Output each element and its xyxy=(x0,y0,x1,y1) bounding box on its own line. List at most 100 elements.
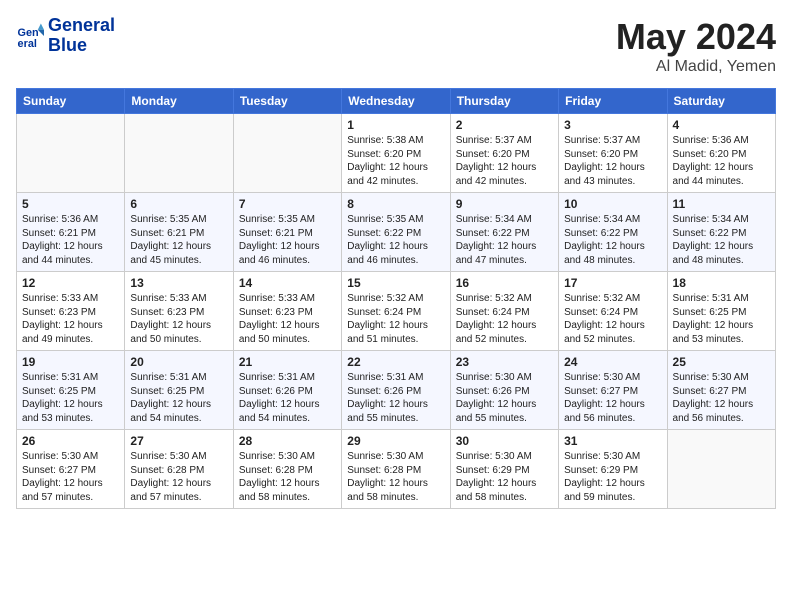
daylight-text: Daylight: 12 hours and 48 minutes. xyxy=(673,240,770,267)
cell-info: Sunrise: 5:30 AMSunset: 6:29 PMDaylight:… xyxy=(456,450,553,504)
sunrise-text: Sunrise: 5:36 AM xyxy=(673,134,770,148)
cell-info: Sunrise: 5:35 AMSunset: 6:22 PMDaylight:… xyxy=(347,213,444,267)
daylight-minutes: and 53 minutes. xyxy=(22,412,119,426)
day-number: 19 xyxy=(22,355,119,369)
daylight-minutes: and 45 minutes. xyxy=(130,254,227,268)
daylight-text: Daylight: 12 hours and 45 minutes. xyxy=(130,240,227,267)
table-row: 15 Sunrise: 5:32 AMSunset: 6:24 PMDayligh… xyxy=(342,272,450,351)
daylight-text: Daylight: 12 hours and 58 minutes. xyxy=(456,477,553,504)
sunset-text: Sunset: 6:27 PM xyxy=(673,385,770,399)
daylight-hours: Daylight: 12 hours xyxy=(130,319,227,333)
table-row: 11Sunrise: 5:34 AMSunset: 6:22 PMDayligh… xyxy=(667,193,775,272)
calendar-week-row: 5Sunrise: 5:36 AMSunset: 6:21 PMDaylight… xyxy=(17,193,776,272)
sunset-text: Sunset: 6:23 PM xyxy=(22,306,119,320)
table-row: 14Sunrise: 5:33 AMSunset: 6:23 PMDayligh… xyxy=(233,272,341,351)
logo: Gen eral General Blue xyxy=(16,16,115,56)
sunrise-text: Sunrise: 5:33 AM xyxy=(130,292,227,306)
cell-info: Sunrise: 5:34 AMSunset: 6:22 PMDaylight:… xyxy=(456,213,553,267)
sunrise-text: Sunrise: 5:32 AM xyxy=(347,292,444,306)
daylight-text: Daylight: 12 hours and 58 minutes. xyxy=(239,477,336,504)
day-number: 13 xyxy=(130,276,227,290)
header-tuesday: Tuesday xyxy=(233,89,341,114)
cell-info: Sunrise: 5:37 AMSunset: 6:20 PMDaylight:… xyxy=(564,134,661,188)
day-number: 3 xyxy=(564,118,661,132)
table-row: 22Sunrise: 5:31 AMSunset: 6:26 PMDayligh… xyxy=(342,351,450,430)
sunrise-text: Sunrise: 5:31 AM xyxy=(22,371,119,385)
daylight-minutes: and 44 minutes. xyxy=(673,175,770,189)
day-number: 15 xyxy=(347,276,444,290)
sunset-text: Sunset: 6:27 PM xyxy=(22,464,119,478)
sunset-text: Sunset: 6:28 PM xyxy=(130,464,227,478)
sunrise-text: Sunrise: 5:31 AM xyxy=(239,371,336,385)
table-row: 6Sunrise: 5:35 AMSunset: 6:21 PMDaylight… xyxy=(125,193,233,272)
sunrise-text: Sunrise: 5:34 AM xyxy=(564,213,661,227)
table-row xyxy=(125,114,233,193)
day-number: 8 xyxy=(347,197,444,211)
day-number: 23 xyxy=(456,355,553,369)
cell-info: Sunrise: 5:37 AMSunset: 6:20 PMDaylight:… xyxy=(456,134,553,188)
cell-info: Sunrise: 5:38 AMSunset: 6:20 PMDaylight:… xyxy=(347,134,444,188)
daylight-minutes: and 56 minutes. xyxy=(673,412,770,426)
cell-info: Sunrise: 5:34 AMSunset: 6:22 PMDaylight:… xyxy=(673,213,770,267)
header-friday: Friday xyxy=(559,89,667,114)
daylight-minutes: and 57 minutes. xyxy=(130,491,227,505)
calendar-week-row: 26Sunrise: 5:30 AMSunset: 6:27 PMDayligh… xyxy=(17,430,776,509)
table-row: 10Sunrise: 5:34 AMSunset: 6:22 PMDayligh… xyxy=(559,193,667,272)
table-row: 20 Sunrise: 5:31 AMSunset: 6:25 PMDayligh… xyxy=(125,351,233,430)
daylight-hours: Daylight: 12 hours xyxy=(239,319,336,333)
header-sunday: Sunday xyxy=(17,89,125,114)
daylight-minutes: and 56 minutes. xyxy=(564,412,661,426)
cell-info: Sunrise: 5:32 AMSunset: 6:24 PMDaylight:… xyxy=(347,292,444,346)
daylight-minutes: and 57 minutes. xyxy=(22,491,119,505)
cell-info: Sunrise: 5:31 AMSunset: 6:25 PMDaylight:… xyxy=(130,371,227,425)
day-number: 27 xyxy=(130,434,227,448)
sunrise-text: Sunrise: 5:30 AM xyxy=(456,371,553,385)
daylight-hours: Daylight: 12 hours xyxy=(564,477,661,491)
daylight-minutes: and 58 minutes. xyxy=(239,491,336,505)
cell-info: Sunrise: 5:30 AMSunset: 6:28 PMDaylight:… xyxy=(130,450,227,504)
sunrise-text: Sunrise: 5:30 AM xyxy=(673,371,770,385)
daylight-text: Daylight: 12 hours and 53 minutes. xyxy=(673,319,770,346)
day-number: 18 xyxy=(673,276,770,290)
table-row: 8 Sunrise: 5:35 AMSunset: 6:22 PMDaylight… xyxy=(342,193,450,272)
sunrise-text: Sunrise: 5:30 AM xyxy=(239,450,336,464)
cell-info: Sunrise: 5:30 AMSunset: 6:28 PMDaylight:… xyxy=(239,450,336,504)
daylight-hours: Daylight: 12 hours xyxy=(456,398,553,412)
table-row: 25Sunrise: 5:30 AMSunset: 6:27 PMDayligh… xyxy=(667,351,775,430)
sunrise-text: Sunrise: 5:30 AM xyxy=(22,450,119,464)
daylight-hours: Daylight: 12 hours xyxy=(22,319,119,333)
table-row: 5Sunrise: 5:36 AMSunset: 6:21 PMDaylight… xyxy=(17,193,125,272)
daylight-text: Daylight: 12 hours and 59 minutes. xyxy=(564,477,661,504)
day-number: 4 xyxy=(673,118,770,132)
calendar-location: Al Madid, Yemen xyxy=(616,58,776,76)
weekday-header-row: Sunday Monday Tuesday Wednesday Thursday… xyxy=(17,89,776,114)
sunset-text: Sunset: 6:26 PM xyxy=(347,385,444,399)
day-number: 17 xyxy=(564,276,661,290)
day-number: 16 xyxy=(456,276,553,290)
page-header: Gen eral General Blue May 2024 Al Madid,… xyxy=(16,16,776,76)
daylight-text: Daylight: 12 hours and 58 minutes. xyxy=(347,477,444,504)
sunset-text: Sunset: 6:25 PM xyxy=(22,385,119,399)
sunset-text: Sunset: 6:24 PM xyxy=(347,306,444,320)
table-row: 19Sunrise: 5:31 AMSunset: 6:25 PMDayligh… xyxy=(17,351,125,430)
daylight-minutes: and 55 minutes. xyxy=(347,412,444,426)
sunrise-text: Sunrise: 5:31 AM xyxy=(673,292,770,306)
daylight-hours: Daylight: 12 hours xyxy=(564,319,661,333)
daylight-text: Daylight: 12 hours and 50 minutes. xyxy=(239,319,336,346)
sunset-text: Sunset: 6:26 PM xyxy=(239,385,336,399)
table-row: 18 Sunrise: 5:31 AMSunset: 6:25 PMDayligh… xyxy=(667,272,775,351)
day-number: 20 xyxy=(130,355,227,369)
logo-icon: Gen eral xyxy=(16,22,44,50)
day-number: 22 xyxy=(347,355,444,369)
daylight-hours: Daylight: 12 hours xyxy=(347,240,444,254)
daylight-hours: Daylight: 12 hours xyxy=(456,477,553,491)
svg-text:eral: eral xyxy=(18,38,37,50)
daylight-text: Daylight: 12 hours and 56 minutes. xyxy=(673,398,770,425)
daylight-hours: Daylight: 12 hours xyxy=(22,477,119,491)
sunset-text: Sunset: 6:24 PM xyxy=(564,306,661,320)
cell-info: Sunrise: 5:31 AMSunset: 6:25 PMDaylight:… xyxy=(673,292,770,346)
sunset-text: Sunset: 6:28 PM xyxy=(239,464,336,478)
daylight-minutes: and 54 minutes. xyxy=(130,412,227,426)
table-row: 17Sunrise: 5:32 AMSunset: 6:24 PMDayligh… xyxy=(559,272,667,351)
day-number: 29 xyxy=(347,434,444,448)
